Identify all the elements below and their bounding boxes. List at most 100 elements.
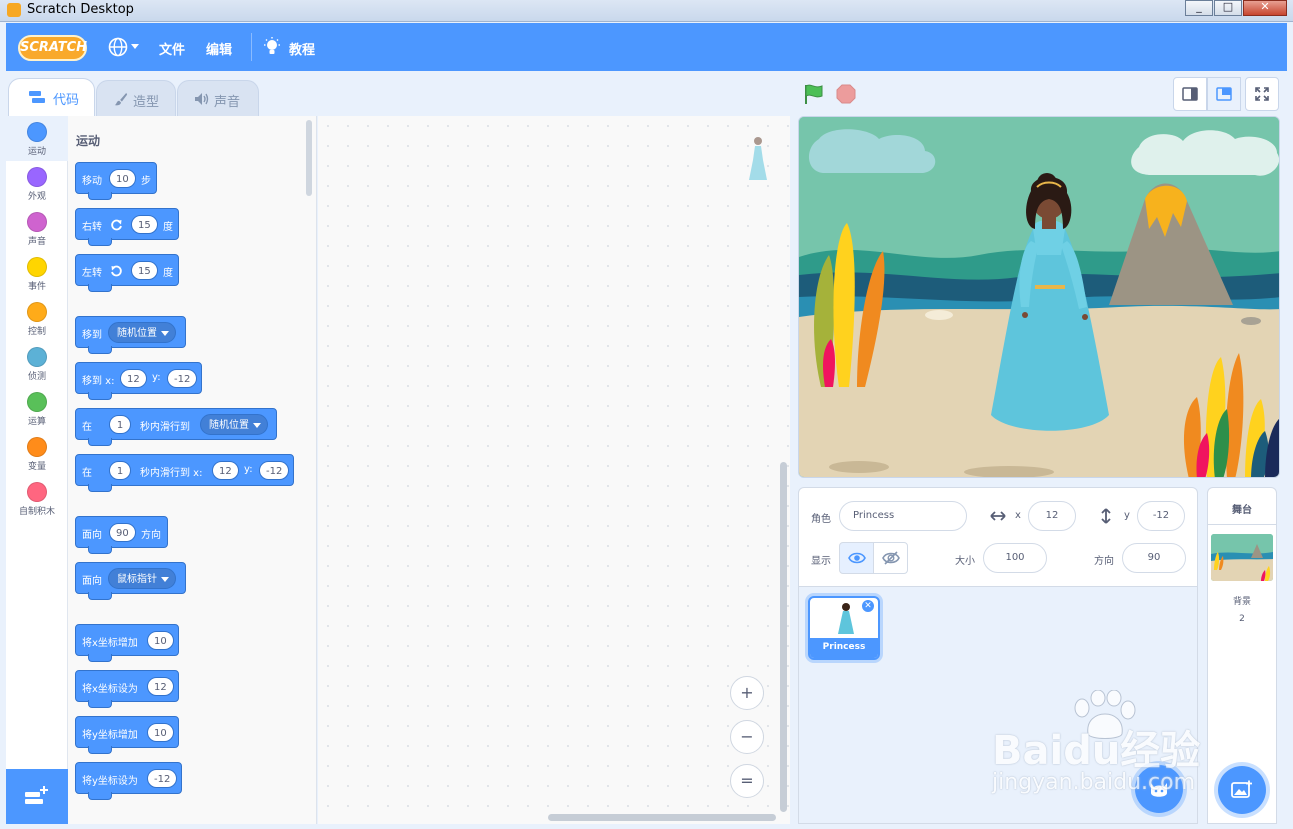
category-sensing[interactable]: 侦测 [6, 341, 68, 386]
block-set-y[interactable]: 将y坐标设为 -12 [75, 762, 182, 800]
delete-sprite-icon[interactable]: ✕ [861, 599, 875, 613]
large-stage-button[interactable] [1207, 77, 1241, 111]
block-glide-to[interactable]: 在 1 秒内滑行到 随机位置 [75, 408, 277, 446]
category-label: 运算 [27, 417, 46, 427]
block-move-steps[interactable]: 移动 10 步 [75, 162, 157, 200]
point-towards-dropdown[interactable]: 鼠标指针 [108, 568, 176, 589]
size-label: 大小 [955, 556, 975, 567]
category-label: 控制 [27, 327, 46, 337]
size-input[interactable]: 100 [983, 543, 1047, 573]
large-stage-icon [1216, 87, 1232, 101]
seconds-input[interactable]: 1 [109, 415, 131, 434]
window-title: Scratch Desktop [27, 2, 134, 17]
image-add-icon [1231, 780, 1252, 798]
category-my-blocks[interactable]: 自制积木 [6, 476, 68, 521]
go-to-target-dropdown[interactable]: 随机位置 [108, 322, 176, 343]
tutorials-menu[interactable]: 教程 [289, 39, 315, 58]
block-go-to[interactable]: 移到 随机位置 [75, 316, 186, 354]
menu-bar: SCRATCH 文件 编辑 教程 [6, 23, 1287, 71]
block-turn-right[interactable]: 右转 15 度 [75, 208, 179, 246]
edit-menu[interactable]: 编辑 [206, 39, 232, 58]
x-change-input[interactable]: 10 [147, 631, 174, 650]
y-input[interactable]: -12 [259, 461, 290, 480]
sprite-info-panel: 角色 Princess x 12 y -12 显示 大小 100 方向 90 [798, 487, 1198, 587]
block-text: 将y坐标增加 [82, 730, 138, 741]
tab-sounds-label: 声音 [214, 95, 241, 110]
y-set-input[interactable]: -12 [147, 769, 178, 788]
degrees-input[interactable]: 15 [131, 215, 158, 234]
close-window-button[interactable]: ✕ [1243, 0, 1287, 16]
file-menu[interactable]: 文件 [159, 39, 185, 58]
glide-target-dropdown[interactable]: 随机位置 [200, 414, 268, 435]
block-text: 面向 [82, 530, 102, 541]
window-titlebar: Scratch Desktop _ □ ✕ [0, 0, 1293, 22]
block-change-x[interactable]: 将x坐标增加 10 [75, 624, 179, 662]
y-position-input[interactable]: -12 [1137, 501, 1185, 531]
workspace-vertical-scrollbar[interactable] [780, 462, 787, 812]
zoom-in-button[interactable]: + [730, 676, 764, 710]
stage-panel-divider [1208, 524, 1276, 525]
tab-code[interactable]: 代码 [8, 78, 95, 116]
palette-scrollbar[interactable] [306, 120, 312, 196]
scratch-logo[interactable]: SCRATCH [18, 35, 87, 61]
stage-scene-image [799, 117, 1279, 477]
x-position-input[interactable]: 12 [1028, 501, 1076, 531]
block-text: y: [244, 464, 253, 475]
workspace-horizontal-scrollbar[interactable] [548, 814, 776, 821]
steps-input[interactable]: 10 [109, 169, 136, 188]
category-operators[interactable]: 运算 [6, 386, 68, 431]
minimize-button[interactable]: _ [1185, 0, 1213, 16]
x-set-input[interactable]: 12 [147, 677, 174, 696]
hide-sprite-button[interactable] [873, 542, 908, 574]
block-point-in-direction[interactable]: 面向 90 方向 [75, 516, 168, 554]
category-motion[interactable]: 运动 [6, 116, 68, 161]
stage-backdrop-thumbnail[interactable] [1211, 534, 1273, 581]
degrees-input[interactable]: 15 [131, 261, 158, 280]
category-looks[interactable]: 外观 [6, 161, 68, 206]
block-turn-left[interactable]: 左转 15 度 [75, 254, 179, 292]
zoom-out-button[interactable]: − [730, 720, 764, 754]
category-events[interactable]: 事件 [6, 251, 68, 296]
speaker-icon [195, 93, 209, 105]
globe-icon[interactable] [108, 37, 128, 57]
x-input[interactable]: 12 [120, 369, 147, 388]
block-go-to-xy[interactable]: 移到 x: 12 y: -12 [75, 362, 202, 400]
sprite-name-input[interactable]: Princess [839, 501, 967, 531]
block-point-towards[interactable]: 面向 鼠标指针 [75, 562, 186, 600]
language-caret-icon[interactable] [131, 44, 139, 49]
y-change-input[interactable]: 10 [147, 723, 174, 742]
maximize-button[interactable]: □ [1214, 0, 1242, 16]
block-change-y[interactable]: 将y坐标增加 10 [75, 716, 179, 754]
motion-dot-icon [27, 122, 47, 142]
category-variables[interactable]: 变量 [6, 431, 68, 476]
category-sound[interactable]: 声音 [6, 206, 68, 251]
seconds-input[interactable]: 1 [109, 461, 131, 480]
x-input[interactable]: 12 [212, 461, 239, 480]
stop-icon[interactable] [836, 84, 856, 104]
show-sprite-button[interactable] [839, 542, 874, 574]
scratch-app-icon [7, 3, 21, 17]
eye-slash-icon [882, 551, 900, 565]
y-label: y [1124, 510, 1130, 521]
direction-input[interactable]: 90 [109, 523, 136, 542]
show-label: 显示 [811, 556, 831, 567]
lightbulb-icon[interactable] [263, 37, 281, 57]
category-control[interactable]: 控制 [6, 296, 68, 341]
add-extension-button[interactable] [6, 769, 68, 824]
small-stage-button[interactable] [1173, 77, 1207, 111]
direction-input[interactable]: 90 [1122, 543, 1186, 573]
block-text: 在 [82, 422, 92, 433]
stage-canvas[interactable] [798, 116, 1280, 478]
block-set-x[interactable]: 将x坐标设为 12 [75, 670, 179, 708]
block-text: 移动 [82, 176, 102, 187]
fullscreen-button[interactable] [1245, 77, 1279, 111]
y-input[interactable]: -12 [167, 369, 198, 388]
zoom-reset-button[interactable]: = [730, 764, 764, 798]
script-workspace[interactable]: + − = [318, 116, 790, 824]
tab-costumes[interactable]: 造型 [96, 80, 176, 116]
tab-sounds[interactable]: 声音 [177, 80, 259, 116]
add-extension-icon [25, 786, 48, 804]
stage-panel-title: 舞台 [1232, 505, 1252, 516]
green-flag-icon[interactable] [803, 83, 825, 105]
block-glide-to-xy[interactable]: 在 1 秒内滑行到 x: 12 y: -12 [75, 454, 294, 492]
